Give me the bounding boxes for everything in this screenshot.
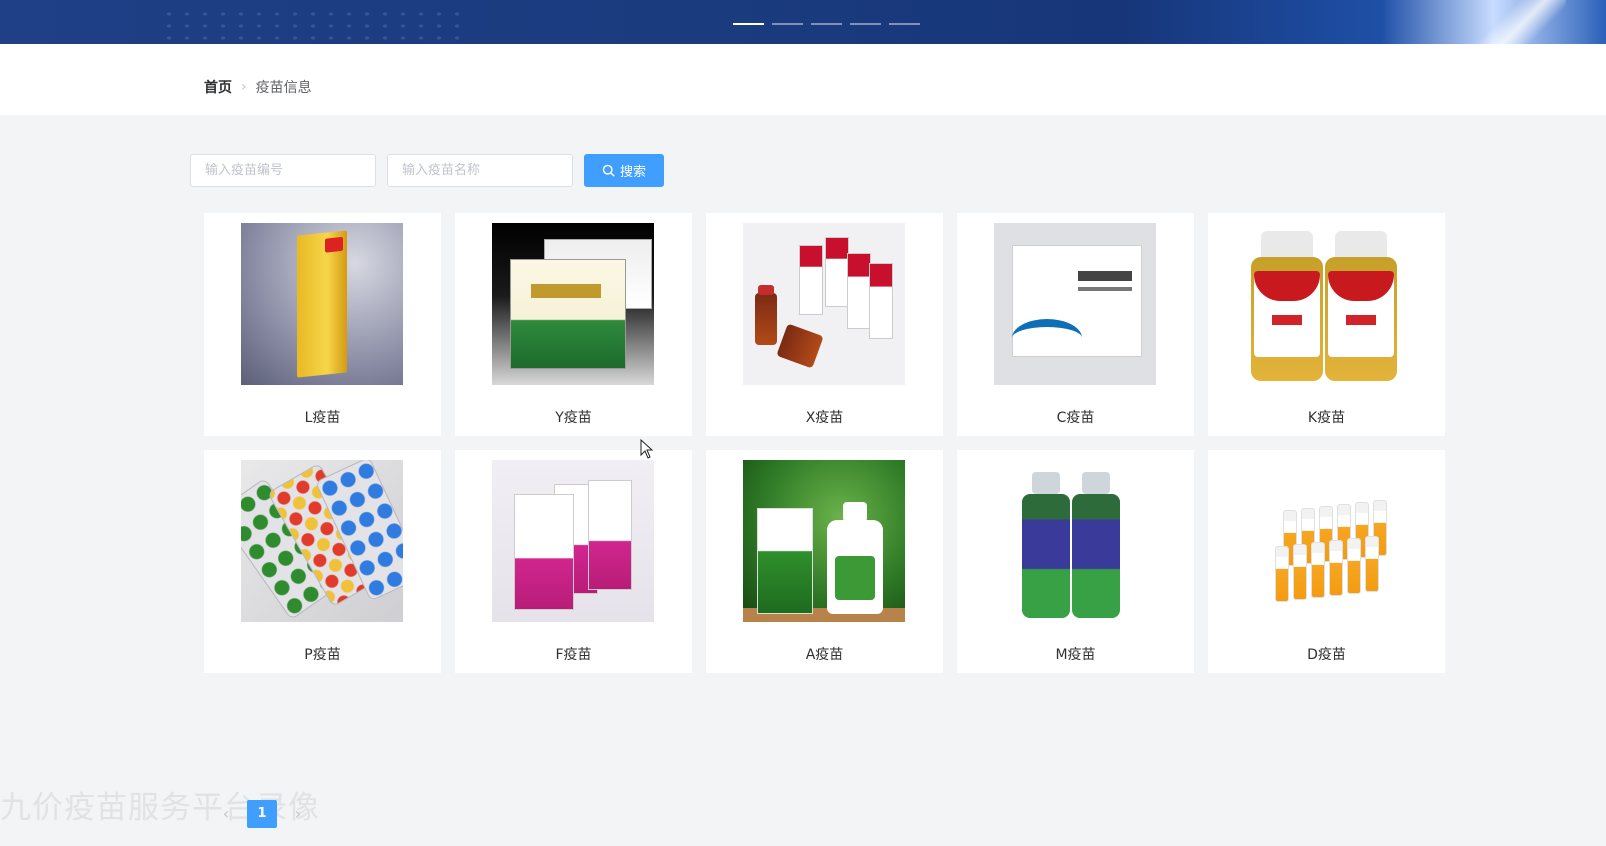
vaccine-image xyxy=(994,223,1156,385)
vaccine-card[interactable]: M疫苗 xyxy=(957,450,1194,673)
vaccine-card[interactable]: A疫苗 xyxy=(706,450,943,673)
vaccine-name: P疫苗 xyxy=(304,647,341,663)
mouse-cursor-icon xyxy=(640,439,654,459)
pagination-next-button[interactable]: › xyxy=(287,800,309,828)
breadcrumb-home-link[interactable]: 首页 xyxy=(204,77,232,97)
breadcrumb-bar: 首页 › 疫苗信息 xyxy=(0,44,1606,115)
vaccine-card[interactable]: L疫苗 xyxy=(204,213,441,436)
vaccine-card[interactable]: C疫苗 xyxy=(957,213,1194,436)
vaccine-card[interactable]: Y疫苗 xyxy=(455,213,692,436)
vaccine-image xyxy=(1245,223,1407,385)
carousel-indicator-3[interactable] xyxy=(811,23,842,25)
vaccine-name: A疫苗 xyxy=(805,647,844,663)
vaccine-name: M疫苗 xyxy=(1055,647,1096,663)
vaccine-card-grid: L疫苗 Y疫苗 X疫苗 C疫苗 K疫苗 P疫苗 F疫苗 A疫苗 M疫苗 D疫苗 xyxy=(204,213,1445,673)
vaccine-card[interactable]: F疫苗 xyxy=(455,450,692,673)
pagination-prev-button[interactable]: ‹ xyxy=(215,800,237,828)
vaccine-name: D疫苗 xyxy=(1307,647,1346,663)
banner-dot-pattern xyxy=(160,8,460,42)
vaccine-name: Y疫苗 xyxy=(555,410,592,426)
vaccine-card[interactable]: D疫苗 xyxy=(1208,450,1445,673)
pagination-page-1[interactable]: 1 xyxy=(247,800,277,828)
vaccine-image xyxy=(994,460,1156,622)
vaccine-image xyxy=(241,460,403,622)
vaccine-name: F疫苗 xyxy=(555,647,592,663)
carousel-indicator-2[interactable] xyxy=(772,23,803,25)
vaccine-card[interactable]: K疫苗 xyxy=(1208,213,1445,436)
banner-light-stripe xyxy=(1476,0,1566,44)
search-icon xyxy=(602,164,615,177)
vaccine-image xyxy=(492,460,654,622)
vaccine-image xyxy=(492,223,654,385)
vaccine-image xyxy=(1245,460,1407,622)
carousel-indicator-5[interactable] xyxy=(889,23,920,25)
vaccine-image xyxy=(743,460,905,622)
vaccine-name: L疫苗 xyxy=(304,410,341,426)
vaccine-code-input[interactable] xyxy=(190,154,376,187)
carousel-indicator-1[interactable] xyxy=(733,23,764,25)
carousel-indicators xyxy=(733,23,920,25)
pagination: ‹ 1 › xyxy=(215,800,309,828)
vaccine-card[interactable]: X疫苗 xyxy=(706,213,943,436)
top-banner xyxy=(0,0,1606,44)
breadcrumb-current: 疫苗信息 xyxy=(255,80,312,96)
carousel-indicator-4[interactable] xyxy=(850,23,881,25)
vaccine-image xyxy=(241,223,403,385)
vaccine-name: X疫苗 xyxy=(805,410,844,426)
search-button-label: 搜索 xyxy=(619,165,646,180)
vaccine-image xyxy=(743,223,905,385)
vaccine-card[interactable]: P疫苗 xyxy=(204,450,441,673)
breadcrumb: 首页 › 疫苗信息 xyxy=(204,77,312,97)
vaccine-name: K疫苗 xyxy=(1307,410,1346,426)
search-bar: 搜索 xyxy=(190,154,664,187)
chevron-right-icon: › xyxy=(241,79,247,95)
search-button[interactable]: 搜索 xyxy=(584,154,664,187)
vaccine-name-input[interactable] xyxy=(387,154,573,187)
vaccine-name: C疫苗 xyxy=(1056,410,1095,426)
